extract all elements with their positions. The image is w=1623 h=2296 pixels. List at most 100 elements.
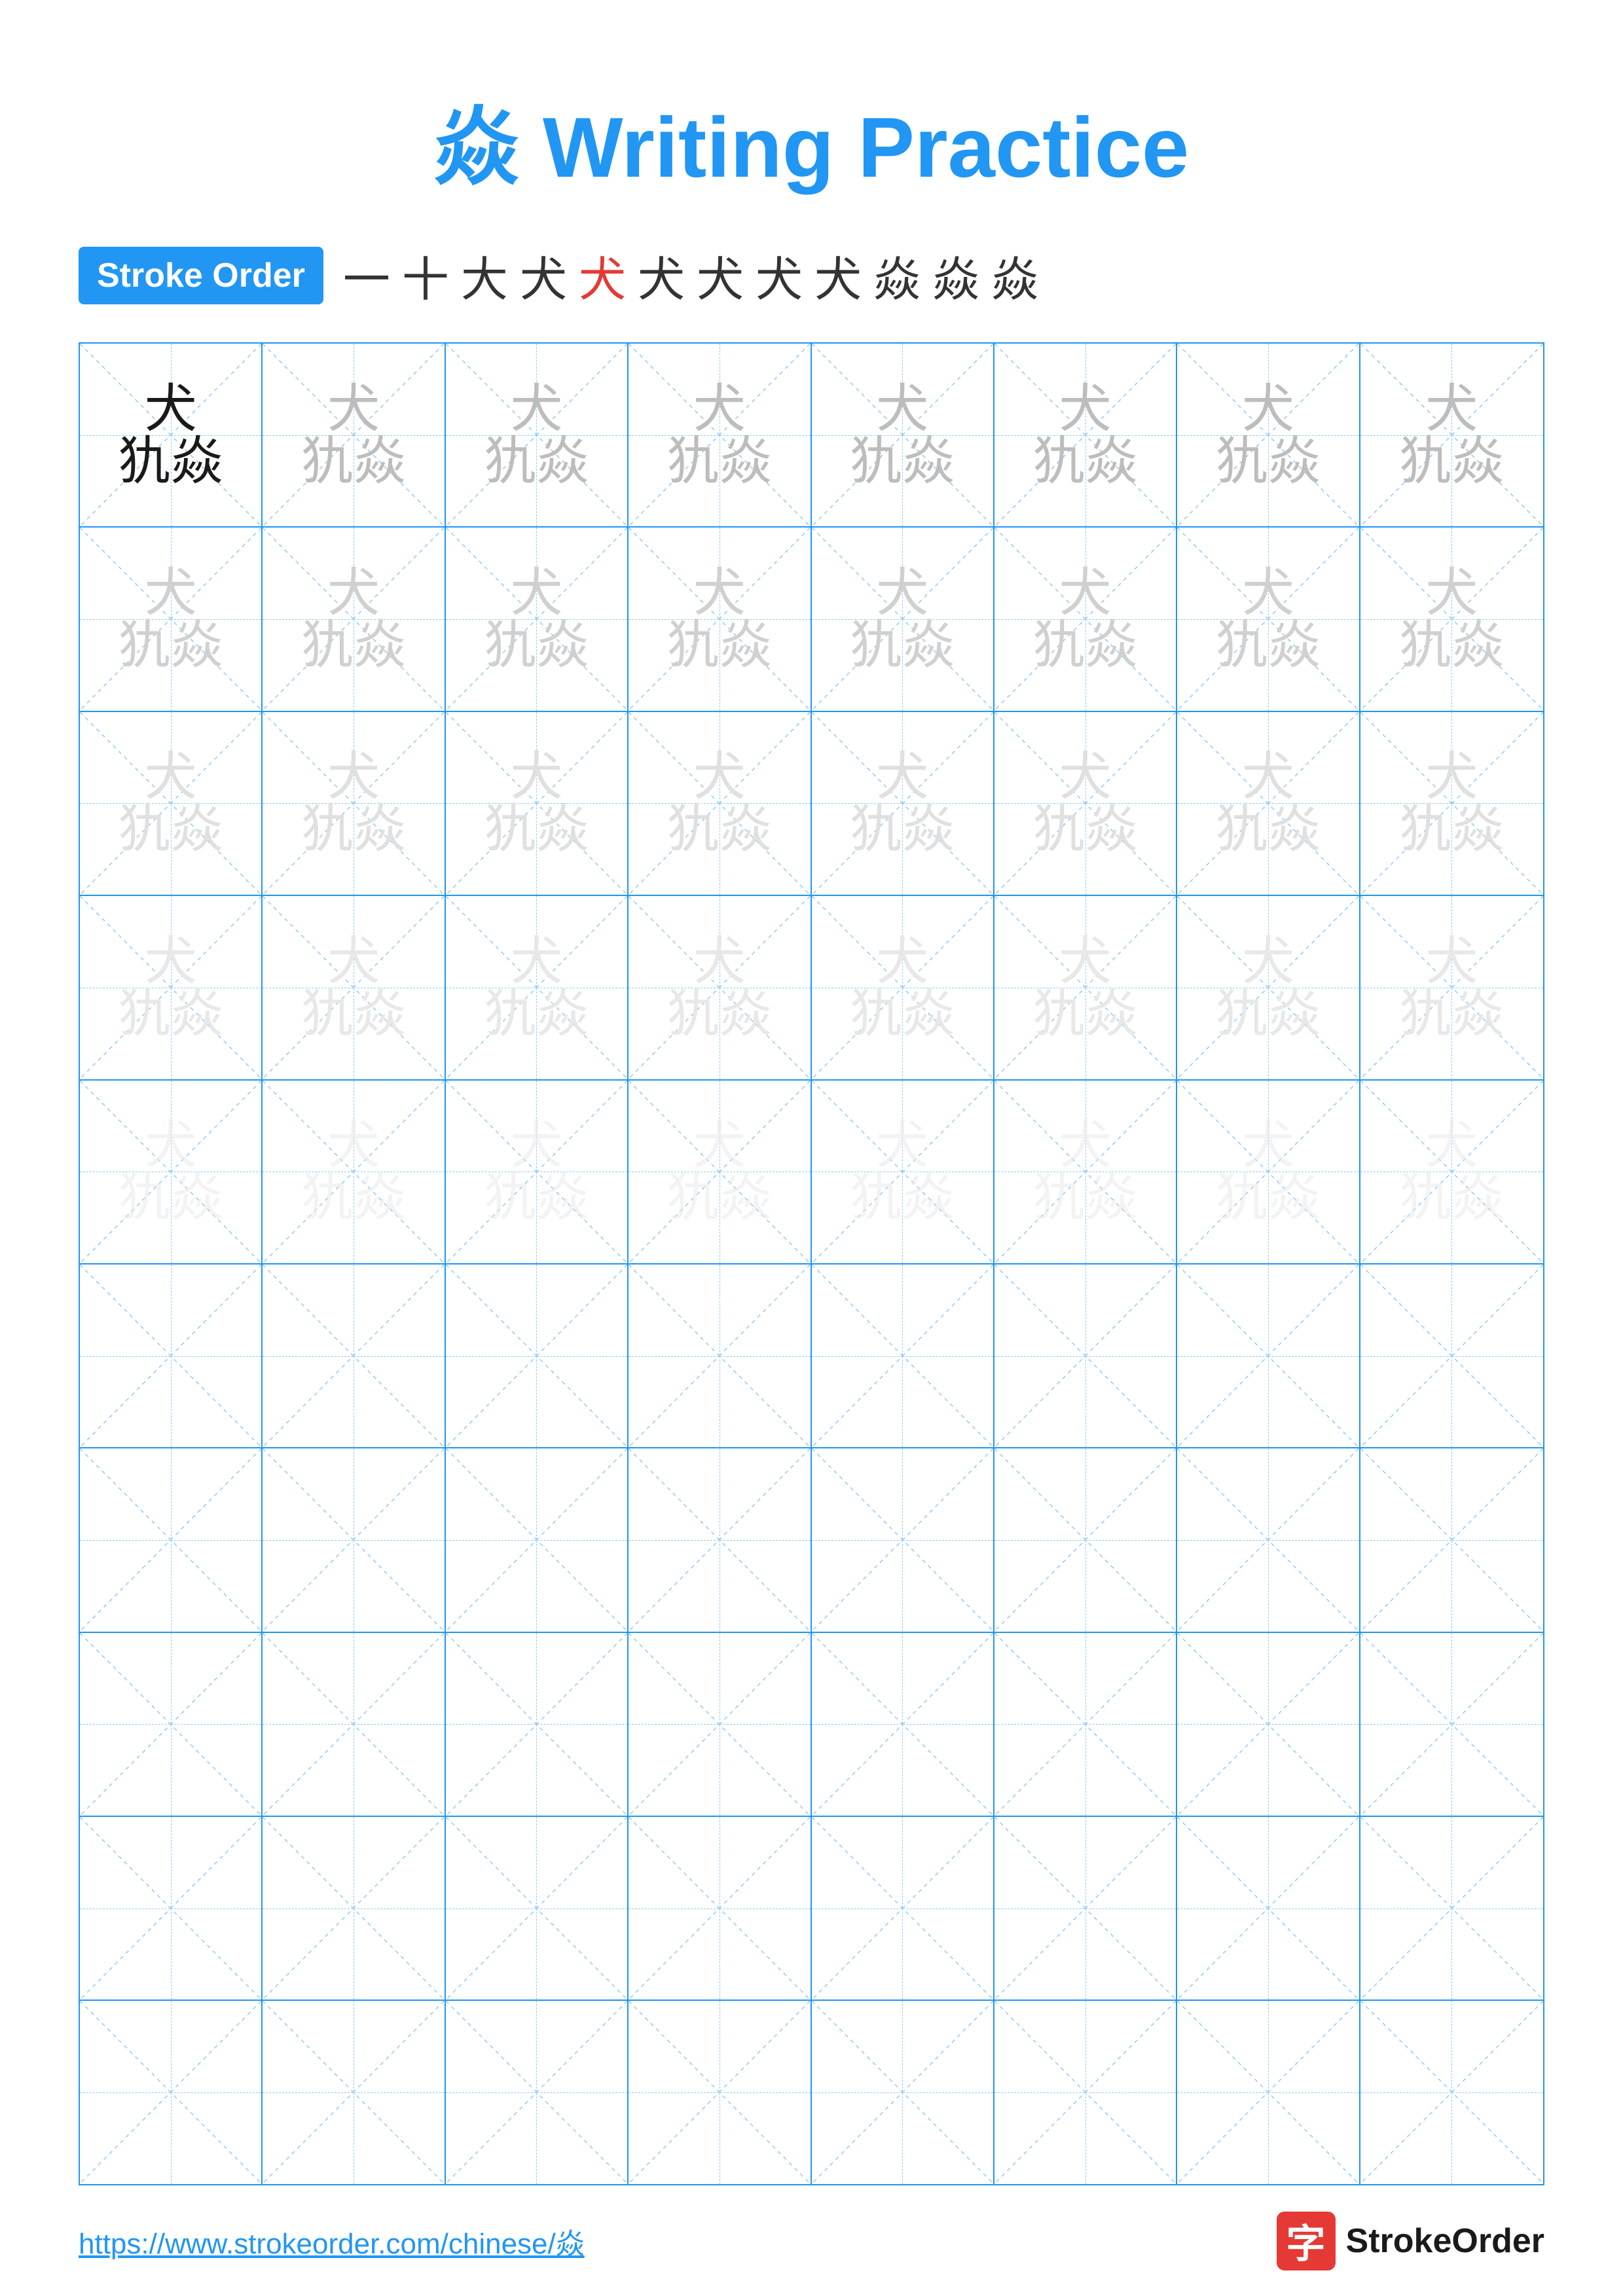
grid-cell-7-4[interactable]: [629, 1448, 811, 1631]
grid-cell-9-2[interactable]: [263, 1817, 445, 2000]
grid-cell-3-8[interactable]: 犬犰焱: [1360, 712, 1543, 895]
stroke-char-2: 十: [402, 241, 449, 310]
grid-cell-9-7[interactable]: [1177, 1817, 1360, 2000]
grid-cell-5-2[interactable]: 犬犰焱: [263, 1081, 445, 1263]
grid-cell-8-6[interactable]: [994, 1633, 1177, 1816]
grid-cell-3-3[interactable]: 犬犰焱: [446, 712, 629, 895]
char-guide: 犬犰焱: [1033, 935, 1138, 1040]
grid-cell-8-2[interactable]: [263, 1633, 445, 1816]
grid-cell-8-1[interactable]: [80, 1633, 263, 1816]
grid-cell-6-2[interactable]: [263, 1265, 445, 1447]
grid-cell-3-2[interactable]: 犬犰焱: [263, 712, 445, 895]
grid-cell-1-8[interactable]: 犬犰焱: [1360, 344, 1543, 526]
grid-cell-4-6[interactable]: 犬犰焱: [994, 896, 1177, 1079]
grid-cell-7-3[interactable]: [446, 1448, 629, 1631]
grid-cell-4-3[interactable]: 犬犰焱: [446, 896, 629, 1079]
grid-cell-8-3[interactable]: [446, 1633, 629, 1816]
grid-cell-8-5[interactable]: [812, 1633, 994, 1816]
grid-cell-5-4[interactable]: 犬犰焱: [629, 1081, 811, 1263]
diag1-icon: [1360, 1817, 1543, 2000]
grid-cell-3-6[interactable]: 犬犰焱: [994, 712, 1177, 895]
grid-cell-2-3[interactable]: 犬犰焱: [446, 528, 629, 710]
grid-cell-10-3[interactable]: [446, 2001, 629, 2183]
diag2-icon: [1177, 1817, 1359, 2000]
diag1-icon: [263, 1265, 444, 1447]
grid-cell-2-1[interactable]: 犬犰焱: [80, 528, 263, 710]
grid-cell-7-8[interactable]: [1360, 1448, 1543, 1631]
diag2-icon: [1360, 1265, 1543, 1447]
grid-cell-10-2[interactable]: [263, 2001, 445, 2183]
grid-cell-1-2[interactable]: 犬犰焱: [263, 344, 445, 526]
grid-cell-7-7[interactable]: [1177, 1448, 1360, 1631]
footer-url[interactable]: https://www.strokeorder.com/chinese/焱: [79, 2220, 585, 2262]
grid-cell-10-6[interactable]: [994, 2001, 1177, 2183]
grid-cell-9-3[interactable]: [446, 1817, 629, 2000]
grid-cell-9-4[interactable]: [629, 1817, 811, 2000]
grid-cell-4-5[interactable]: 犬犰焱: [812, 896, 994, 1079]
grid-cell-2-8[interactable]: 犬犰焱: [1360, 528, 1543, 710]
grid-cell-9-6[interactable]: [994, 1817, 1177, 2000]
grid-cell-4-2[interactable]: 犬犰焱: [263, 896, 445, 1079]
grid-cell-5-8[interactable]: 犬犰焱: [1360, 1081, 1543, 1263]
grid-cell-2-2[interactable]: 犬犰焱: [263, 528, 445, 710]
grid-cell-1-4[interactable]: 犬犰焱: [629, 344, 811, 526]
diag1-icon: [1360, 1265, 1543, 1447]
grid-cell-7-5[interactable]: [812, 1448, 994, 1631]
grid-cell-1-6[interactable]: 犬犰焱: [994, 344, 1177, 526]
grid-cell-10-5[interactable]: [812, 2001, 994, 2183]
grid-cell-10-4[interactable]: [629, 2001, 811, 2183]
grid-cell-2-6[interactable]: 犬犰焱: [994, 528, 1177, 710]
grid-cell-7-6[interactable]: [994, 1448, 1177, 1631]
grid-cell-6-6[interactable]: [994, 1265, 1177, 1447]
grid-cell-1-7[interactable]: 犬犰焱: [1177, 344, 1360, 526]
grid-cell-6-3[interactable]: [446, 1265, 629, 1447]
grid-cell-4-7[interactable]: 犬犰焱: [1177, 896, 1360, 1079]
grid-cell-1-1[interactable]: 犬犰焱: [80, 344, 263, 526]
diag1-icon: [812, 2001, 993, 2183]
grid-cell-5-5[interactable]: 犬犰焱: [812, 1081, 994, 1263]
grid-cell-9-5[interactable]: [812, 1817, 994, 2000]
grid-cell-10-1[interactable]: [80, 2001, 263, 2183]
grid-cell-10-7[interactable]: [1177, 2001, 1360, 2183]
grid-cell-1-5[interactable]: 犬犰焱: [812, 344, 994, 526]
grid-cell-3-4[interactable]: 犬犰焱: [629, 712, 811, 895]
char-guide: 犬犰焱: [484, 751, 589, 855]
diag1-icon: [1360, 1633, 1543, 1816]
grid-cell-5-3[interactable]: 犬犰焱: [446, 1081, 629, 1263]
grid-cell-9-1[interactable]: [80, 1817, 263, 2000]
grid-cell-3-1[interactable]: 犬犰焱: [80, 712, 263, 895]
grid-cell-7-1[interactable]: [80, 1448, 263, 1631]
grid-cell-1-3[interactable]: 犬犰焱: [446, 344, 629, 526]
grid-cell-9-8[interactable]: [1360, 1817, 1543, 2000]
grid-cell-6-5[interactable]: [812, 1265, 994, 1447]
diag1-icon: [80, 2001, 261, 2183]
stroke-char-3: 大: [461, 241, 508, 310]
diag2-icon: [80, 1817, 261, 2000]
grid-cell-6-8[interactable]: [1360, 1265, 1543, 1447]
footer-logo: 字 StrokeOrder: [1277, 2212, 1544, 2270]
grid-cell-6-7[interactable]: [1177, 1265, 1360, 1447]
grid-cell-5-6[interactable]: 犬犰焱: [994, 1081, 1177, 1263]
grid-cell-2-4[interactable]: 犬犰焱: [629, 528, 811, 710]
diag2-icon: [1360, 2001, 1543, 2183]
grid-cell-5-7[interactable]: 犬犰焱: [1177, 1081, 1360, 1263]
grid-cell-5-1[interactable]: 犬犰焱: [80, 1081, 263, 1263]
char-guide: 犬犰焱: [301, 567, 406, 672]
grid-row-6: [80, 1265, 1543, 1448]
diag2-icon: [994, 2001, 1176, 2183]
grid-cell-3-7[interactable]: 犬犰焱: [1177, 712, 1360, 895]
grid-cell-8-8[interactable]: [1360, 1633, 1543, 1816]
grid-cell-7-2[interactable]: [263, 1448, 445, 1631]
grid-cell-6-1[interactable]: [80, 1265, 263, 1447]
grid-cell-4-1[interactable]: 犬犰焱: [80, 896, 263, 1079]
grid-cell-4-4[interactable]: 犬犰焱: [629, 896, 811, 1079]
grid-cell-4-8[interactable]: 犬犰焱: [1360, 896, 1543, 1079]
grid-cell-2-5[interactable]: 犬犰焱: [812, 528, 994, 710]
grid-cell-10-8[interactable]: [1360, 2001, 1543, 2183]
diag1-icon: [812, 1448, 993, 1631]
grid-cell-3-5[interactable]: 犬犰焱: [812, 712, 994, 895]
grid-cell-6-4[interactable]: [629, 1265, 811, 1447]
grid-cell-8-4[interactable]: [629, 1633, 811, 1816]
grid-cell-2-7[interactable]: 犬犰焱: [1177, 528, 1360, 710]
grid-cell-8-7[interactable]: [1177, 1633, 1360, 1816]
